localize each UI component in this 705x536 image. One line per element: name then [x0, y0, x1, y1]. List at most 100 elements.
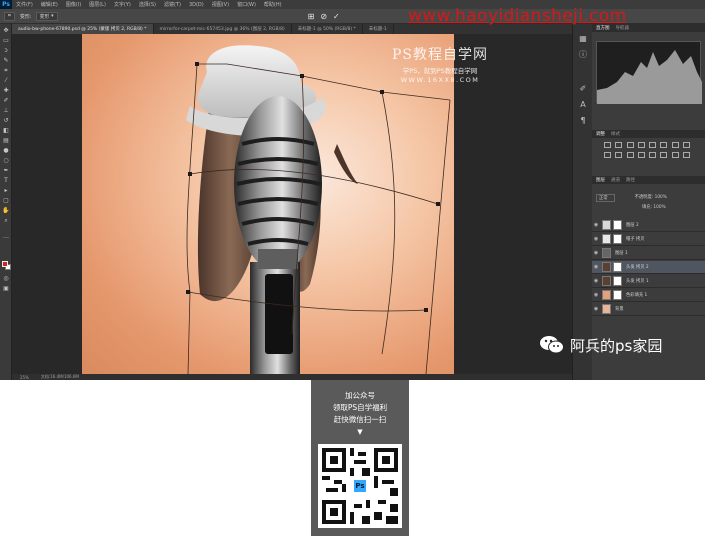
menu-select[interactable]: 选择(S)	[135, 1, 160, 8]
visibility-eye-icon[interactable]: ◉	[592, 250, 600, 256]
zoom-level[interactable]: 25%	[20, 375, 29, 380]
layer-row[interactable]: ◉ 图层 1	[592, 247, 705, 260]
tab-document-2[interactable]: mirrorfor-carpet-mic-657453.jpg @ 36% (图…	[154, 24, 292, 34]
commit-icon[interactable]: ✓	[333, 12, 340, 21]
menu-view[interactable]: 视图(V)	[208, 1, 233, 8]
adjustments-tabs: 调整 样式	[592, 130, 705, 138]
warp-mode-select[interactable]: 变形 ▾	[35, 11, 58, 21]
foreground-color-swatch[interactable]	[2, 261, 8, 267]
info-icon[interactable]: ⓘ	[578, 50, 588, 60]
layer-mask-thumbnail[interactable]	[613, 290, 622, 300]
quick-mask-icon[interactable]: ◎	[2, 276, 10, 282]
layer-row[interactable]: ◉ 图层 2	[592, 219, 705, 232]
layer-mask-thumbnail[interactable]	[613, 234, 622, 244]
menu-window[interactable]: 窗口(W)	[233, 1, 260, 8]
hand-tool-icon[interactable]: ✋	[2, 208, 10, 214]
blur-tool-icon[interactable]: ●	[2, 148, 10, 154]
color-balance-icon[interactable]	[671, 142, 679, 148]
hue-icon[interactable]	[660, 142, 668, 148]
menu-type[interactable]: 文字(Y)	[110, 1, 135, 8]
brush-settings-icon[interactable]: ✐	[578, 84, 588, 94]
black-white-icon[interactable]	[682, 142, 690, 148]
tab-adjustments[interactable]: 调整	[596, 131, 605, 137]
quick-select-tool-icon[interactable]: ✎	[2, 58, 10, 64]
layer-mask-thumbnail[interactable]	[613, 262, 622, 272]
paragraph-icon[interactable]: ¶	[578, 116, 588, 126]
tab-styles[interactable]: 样式	[611, 131, 620, 137]
canvas-area[interactable]: PS教程自学网 学PS，就到PS教程自学网 WWW.16XX8.COM	[12, 34, 572, 374]
layer-row[interactable]: ◉ 色彩填充 1	[592, 289, 705, 302]
brush-tool-icon[interactable]: ✐	[2, 98, 10, 104]
tab-document-4[interactable]: 未标题-1	[363, 24, 394, 34]
pen-tool-icon[interactable]: ✒	[2, 168, 10, 174]
history-icon[interactable]: ▦	[578, 34, 588, 44]
menu-filter[interactable]: 滤镜(T)	[160, 1, 185, 8]
grid-icon[interactable]: ⊞	[308, 12, 315, 21]
dodge-tool-icon[interactable]: ○	[2, 158, 10, 164]
posterize-icon[interactable]	[649, 152, 656, 158]
layer-row[interactable]: ◉ 头发 拷贝 2	[592, 261, 705, 274]
stamp-tool-icon[interactable]: ⊥	[2, 108, 10, 114]
document-canvas[interactable]	[82, 34, 454, 374]
levels-icon[interactable]	[615, 142, 623, 148]
crop-tool-icon[interactable]: ⌗	[2, 68, 10, 74]
screen-mode-icon[interactable]: ▣	[2, 286, 10, 292]
invert-icon[interactable]	[637, 152, 645, 158]
path-select-tool-icon[interactable]: ▸	[2, 188, 10, 194]
threshold-icon[interactable]	[660, 152, 668, 158]
zoom-tool-icon[interactable]: ⌕	[2, 218, 10, 224]
cancel-icon[interactable]: ⊘	[320, 12, 327, 21]
menu-edit[interactable]: 编辑(E)	[37, 1, 62, 8]
layer-thumbnail	[602, 262, 611, 272]
layer-thumbnail	[602, 276, 611, 286]
lasso-tool-icon[interactable]: ↄ	[2, 48, 10, 54]
visibility-eye-icon[interactable]: ◉	[592, 222, 600, 228]
character-icon[interactable]: A	[578, 100, 588, 110]
menu-layer[interactable]: 图层(L)	[85, 1, 110, 8]
layer-row[interactable]: ◉ 头发 拷贝 1	[592, 275, 705, 288]
selective-color-icon[interactable]	[682, 152, 690, 158]
visibility-eye-icon[interactable]: ◉	[592, 278, 600, 284]
tab-document-1[interactable]: audio-bw-phone-67890.psd @ 25% (蒙版 拷贝 2,…	[12, 24, 154, 34]
gradient-map-icon[interactable]	[671, 152, 679, 158]
layer-row[interactable]: ◉ 帽子 拷贝	[592, 233, 705, 246]
tab-paths[interactable]: 路径	[626, 177, 635, 183]
eyedropper-tool-icon[interactable]: ⁄	[2, 78, 10, 84]
move-tool-icon[interactable]: ✥	[2, 28, 10, 34]
blend-mode-select[interactable]: 正常	[596, 194, 615, 202]
healing-tool-icon[interactable]: ✚	[2, 88, 10, 94]
qr-code[interactable]: Ps	[318, 444, 402, 528]
layer-mask-thumbnail[interactable]	[613, 276, 622, 286]
visibility-eye-icon[interactable]: ◉	[592, 292, 600, 298]
menu-file[interactable]: 文件(F)	[12, 1, 37, 8]
eraser-tool-icon[interactable]: ◧	[2, 128, 10, 134]
color-lookup-icon[interactable]	[626, 152, 634, 158]
photo-filter-icon[interactable]	[604, 152, 611, 158]
visibility-eye-icon[interactable]: ◉	[592, 306, 600, 312]
layer-name: 头发 拷贝 1	[626, 279, 649, 284]
menu-help[interactable]: 帮助(H)	[260, 1, 286, 8]
layer-mask-thumbnail[interactable]	[613, 220, 622, 230]
exposure-icon[interactable]	[637, 142, 645, 148]
history-brush-tool-icon[interactable]: ↺	[2, 118, 10, 124]
tool-preset-picker[interactable]: ⌗	[4, 11, 15, 21]
gradient-tool-icon[interactable]: ▤	[2, 138, 10, 144]
fill-field[interactable]: 填充: 100%	[642, 204, 666, 210]
tab-channels[interactable]: 通道	[611, 177, 620, 183]
tab-document-3[interactable]: 未标题-1 @ 50% (RGB/8) *	[292, 24, 363, 34]
shape-tool-icon[interactable]: ▢	[2, 198, 10, 204]
layer-row[interactable]: ◉ 背景	[592, 303, 705, 316]
menu-image[interactable]: 图像(I)	[62, 1, 85, 8]
channel-mixer-icon[interactable]	[615, 152, 623, 158]
menu-3d[interactable]: 3D(D)	[185, 2, 208, 8]
vibrance-icon[interactable]	[649, 142, 656, 148]
type-tool-icon[interactable]: T	[2, 178, 10, 184]
curves-icon[interactable]	[626, 142, 634, 148]
brightness-icon[interactable]	[604, 142, 611, 148]
visibility-eye-icon[interactable]: ◉	[592, 236, 600, 242]
marquee-tool-icon[interactable]: ▭	[2, 38, 10, 44]
visibility-eye-icon[interactable]: ◉	[592, 264, 600, 270]
opacity-field[interactable]: 不透明度: 100%	[635, 194, 667, 202]
tab-layers[interactable]: 图层	[596, 177, 605, 183]
more-tools-icon[interactable]: …	[2, 234, 10, 240]
